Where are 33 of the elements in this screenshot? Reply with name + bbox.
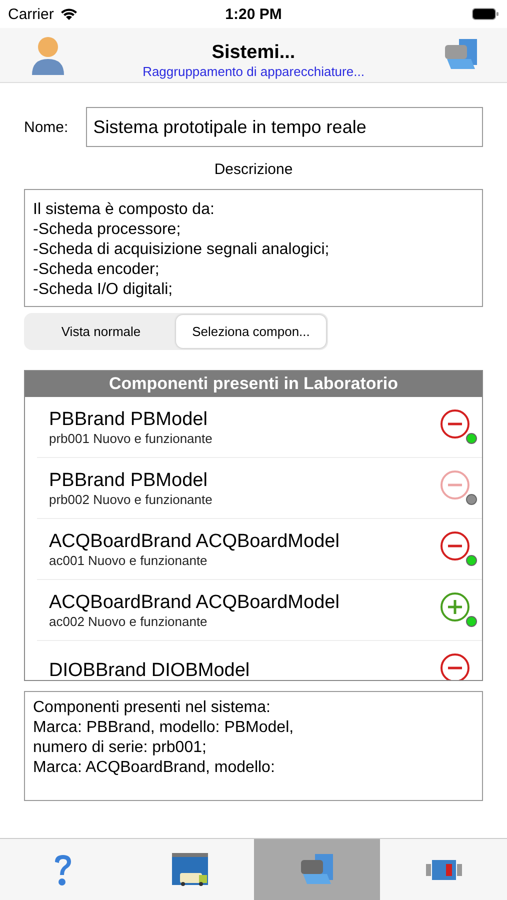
component-row[interactable]: PBBrand PBModel prb001 Nuovo e funzionante [37, 397, 482, 458]
component-title: PBBrand PBModel [49, 408, 208, 430]
component-title: PBBrand PBModel [49, 470, 208, 492]
component-subtitle: prb002 Nuovo e funzionante [49, 492, 214, 506]
nav-title: Sistemi... [212, 42, 296, 64]
plus-circle-icon[interactable] [440, 592, 470, 622]
component-row[interactable]: ACQBoardBrand ACQBoardModel ac001 Nuovo e funzionante [37, 519, 482, 580]
tab-bar-item[interactable] [254, 839, 380, 900]
component-subtitle: ac002 Nuovo e funzionante [49, 614, 208, 628]
name-input-field[interactable]: Sistema prototipale in tempo reale [86, 107, 483, 147]
component-subtitle: ac001 Nuovo e funzionante [49, 552, 208, 568]
status-time: 1:20 PM [225, 6, 282, 22]
nav-subtitle: Raggruppamento di apparecchiature... [142, 64, 364, 78]
minus-circle-icon[interactable] [440, 531, 470, 561]
segment-button[interactable]: Vista normale [26, 315, 176, 348]
component-title: ACQBoardBrand ACQBoardModel [49, 592, 340, 614]
component-row[interactable]: ACQBoardBrand ACQBoardModel ac002 Nuovo e funzionante [37, 580, 482, 641]
description-text-area[interactable]: Il sistema è composto da: -Scheda processore; -Scheda di acquisizione segnali analogici; -Scheda encoder; -Scheda I/O digitali; [24, 189, 483, 307]
list-header: Componenti presenti in Laboratorio [25, 371, 482, 397]
battery-icon [472, 8, 499, 20]
name-label: Nome: [24, 118, 68, 136]
wifi-icon [60, 8, 78, 20]
component-title: DIOBBrand DIOBModel [49, 660, 251, 680]
minus-circle-icon[interactable] [440, 409, 470, 439]
carrier-label: Carrier [8, 6, 54, 22]
component-subtitle: prb001 Nuovo e funzionante [49, 430, 214, 446]
component-row[interactable]: DIOBBrand DIOBModel [37, 641, 482, 680]
garage-icon [171, 852, 210, 886]
component-title: ACQBoardBrand ACQBoardModel [49, 530, 340, 552]
person-icon[interactable] [30, 35, 66, 75]
description-label: Descrizione [213, 161, 294, 178]
system-components-text-area[interactable]: Componenti presenti nel sistema: Marca: PBBrand, modello: PBModel, numero di serie: prb001; Marca: ACQBoardBrand, modello: [24, 691, 483, 801]
segment-button[interactable]: Seleziona compon... [176, 315, 326, 348]
